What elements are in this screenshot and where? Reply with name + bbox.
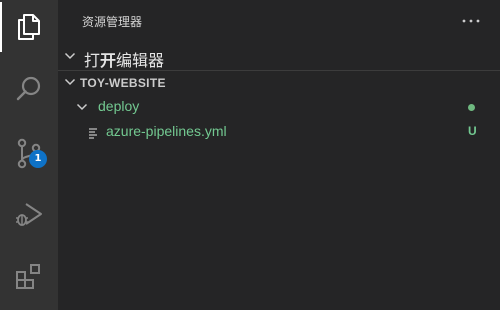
chevron-down-icon [64, 52, 76, 60]
git-status-untracked: U [468, 124, 477, 138]
debug-icon [16, 203, 42, 226]
activity-source-control[interactable] [0, 128, 58, 178]
open-editors-label: 打开编辑器 [84, 51, 165, 70]
sidebar-title: 资源管理器 [82, 15, 143, 29]
sidebar-header: 资源管理器 [58, 0, 500, 44]
chevron-down-icon [64, 78, 76, 86]
extensions-icon [16, 264, 40, 289]
file-name: azure-pipelines.yml [106, 123, 227, 139]
activity-extensions[interactable] [0, 252, 58, 302]
activity-run-debug[interactable] [0, 190, 58, 240]
activity-search[interactable] [0, 64, 58, 114]
git-modified-dot [468, 104, 475, 111]
file-lines-icon [89, 128, 97, 139]
search-icon [16, 76, 41, 101]
chevron-down-icon [76, 103, 88, 111]
open-editors-section[interactable]: 打开编辑器 [58, 46, 500, 70]
tree-file-azure-pipelines[interactable]: azure-pipelines.yml U [58, 121, 500, 145]
tree-folder-deploy[interactable]: deploy [58, 96, 500, 120]
folder-name: deploy [98, 98, 140, 114]
workspace-name: TOY-WEBSITE [80, 76, 166, 90]
workspace-section[interactable]: TOY-WEBSITE [58, 72, 500, 94]
activity-bar: 1 [0, 0, 58, 310]
activity-explorer[interactable] [0, 2, 58, 52]
ellipsis-icon [462, 19, 480, 23]
files-icon [18, 14, 40, 40]
vscode-window: 1 资源管理器 打开编辑器 TOY-WEBSITE deploy azure-p… [0, 0, 500, 310]
more-actions-button[interactable] [456, 8, 486, 34]
section-divider [58, 70, 500, 71]
explorer-sidebar: 资源管理器 打开编辑器 TOY-WEBSITE deploy azure-pip… [58, 0, 500, 310]
source-control-badge: 1 [29, 150, 47, 168]
